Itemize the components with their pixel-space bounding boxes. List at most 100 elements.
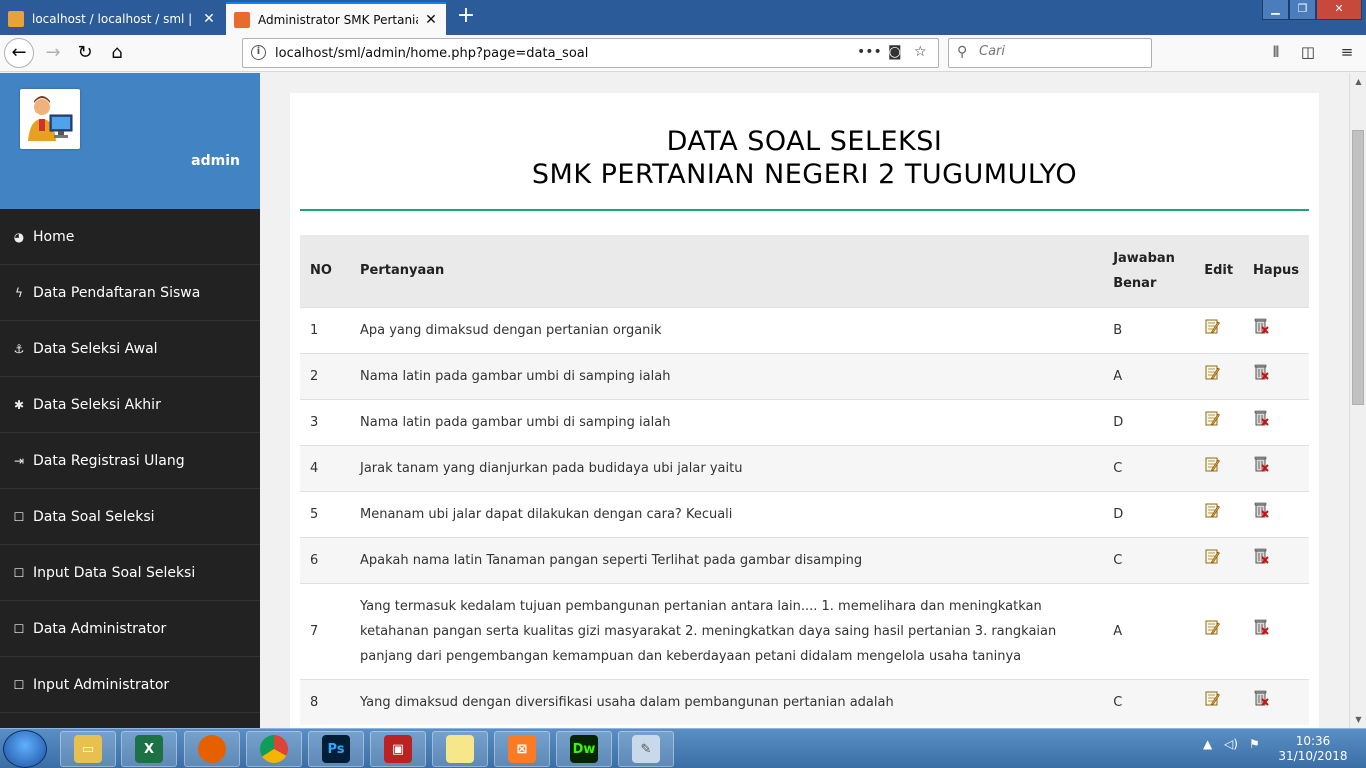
delete-icon[interactable] (1253, 363, 1269, 380)
tab-phpmyadmin[interactable]: localhost / localhost / sml | php ✕ (0, 2, 224, 35)
forward-button[interactable]: → (38, 39, 68, 67)
reload-button[interactable]: ↻ (70, 39, 100, 67)
sidebar-item-home[interactable]: ◕ Home (0, 209, 260, 265)
dreamweaver-icon: Dw (570, 735, 598, 763)
edit-icon[interactable] (1204, 456, 1221, 472)
address-bar[interactable]: i localhost/sml/admin/home.php?page=data… (242, 38, 939, 68)
header-answer-line2: Benar (1113, 275, 1157, 291)
site-info-icon[interactable]: i (251, 45, 266, 60)
delete-icon[interactable] (1253, 547, 1269, 564)
library-icon[interactable]: ⫴ (1265, 43, 1287, 61)
sidebar-menu: ◕ Home ϟ Data Pendaftaran Siswa ⚓ Data S… (0, 209, 260, 713)
sidebar-header: admin (0, 73, 260, 209)
delete-icon[interactable] (1253, 455, 1269, 472)
taskbar-dreamweaver[interactable]: Dw (556, 731, 612, 767)
delete-cell (1243, 582, 1309, 679)
back-button[interactable]: ← (4, 38, 34, 68)
xampp-icon: ⊠ (508, 735, 536, 763)
sidebar-toggle-icon[interactable]: ◫ (1297, 43, 1319, 61)
row-question: Menanam ubi jalar dapat dilakukan dengan… (350, 490, 1104, 537)
sticky-notes-icon (446, 735, 474, 763)
questions-table: NO Pertanyaan Jawaban Benar Edit Hapus 1… (300, 235, 1309, 725)
delete-icon[interactable] (1253, 317, 1269, 334)
search-bar[interactable]: ⚲ (948, 38, 1152, 68)
main-content: DATA SOAL SELEKSI SMK PERTANIAN NEGERI 2… (260, 73, 1349, 728)
edit-icon[interactable] (1204, 619, 1221, 635)
action-center-flag-icon[interactable]: ⚑ (1249, 737, 1260, 751)
browser-tab-strip: localhost / localhost / sml | php ✕ Admi… (0, 0, 1366, 35)
sidebar-item-data-seleksi-akhir[interactable]: ✱ Data Seleksi Akhir (0, 377, 260, 433)
taskbar-xampp[interactable]: ⊠ (494, 731, 550, 767)
sidebar-username: admin (191, 153, 240, 169)
show-hidden-icons-icon[interactable]: ▲ (1203, 737, 1212, 751)
home-button[interactable]: ⌂ (102, 39, 132, 67)
taskbar-photoshop[interactable]: Ps (308, 731, 364, 767)
edit-icon[interactable] (1204, 502, 1221, 518)
row-question: Yang dimaksud dengan diversifikasi usaha… (350, 678, 1104, 725)
taskbar-sticky-notes[interactable] (432, 731, 488, 767)
close-tab-icon[interactable]: ✕ (424, 12, 438, 28)
system-clock[interactable]: 10:36 31/10/2018 (1276, 734, 1350, 764)
edit-cell (1194, 582, 1244, 679)
pocket-icon[interactable]: ◙ (888, 44, 902, 60)
row-question: Yang termasuk kedalam tujuan pembangunan… (350, 582, 1104, 679)
row-question: Nama latin pada gambar umbi di samping i… (350, 352, 1104, 399)
delete-icon[interactable] (1253, 501, 1269, 518)
clock-time: 10:36 (1295, 734, 1331, 748)
edit-icon[interactable] (1204, 690, 1221, 706)
scroll-down-icon[interactable]: ▼ (1350, 711, 1366, 728)
table-header-row: NO Pertanyaan Jawaban Benar Edit Hapus (300, 235, 1309, 307)
page-title: DATA SOAL SELEKSI SMK PERTANIAN NEGERI 2… (290, 125, 1319, 191)
url-text[interactable]: localhost/sml/admin/home.php?page=data_s… (275, 46, 588, 61)
edit-icon[interactable] (1204, 548, 1221, 564)
sidebar-item-data-administrator[interactable]: ☐ Data Administrator (0, 601, 260, 657)
edit-icon[interactable] (1204, 364, 1221, 380)
search-input[interactable] (979, 44, 1139, 59)
delete-icon[interactable] (1253, 409, 1269, 426)
sidebar-item-input-data-soal-seleksi[interactable]: ☐ Input Data Soal Seleksi (0, 545, 260, 601)
sidebar-item-input-administrator[interactable]: ☐ Input Administrator (0, 657, 260, 713)
admin-avatar (20, 89, 80, 149)
header-question: Pertanyaan (360, 263, 445, 279)
row-question: Jarak tanam yang dianjurkan pada budiday… (350, 444, 1104, 491)
edit-icon[interactable] (1204, 318, 1221, 334)
minimize-button[interactable]: ▁ (1262, 0, 1289, 20)
taskbar-paint[interactable]: ✎ (618, 731, 674, 767)
taskbar-excel[interactable]: X (121, 731, 177, 767)
close-tab-icon[interactable]: ✕ (202, 11, 216, 27)
bookmark-star-icon[interactable]: ☆ (914, 44, 927, 60)
page-scrollbar[interactable]: ▲ ▼ (1349, 73, 1366, 728)
close-window-button[interactable]: ✕ (1316, 0, 1362, 20)
edit-icon[interactable] (1204, 410, 1221, 426)
header-no: NO (310, 263, 332, 279)
table-row: 2 Nama latin pada gambar umbi di samping… (300, 352, 1309, 399)
delete-cell (1243, 536, 1309, 583)
edit-cell (1194, 490, 1244, 537)
table-row: 1 Apa yang dimaksud dengan pertanian org… (300, 306, 1309, 353)
taskbar-explorer[interactable]: ▭ (60, 731, 116, 767)
start-button[interactable] (3, 730, 47, 768)
scroll-up-icon[interactable]: ▲ (1350, 73, 1366, 90)
navigation-toolbar: ← → ↻ ⌂ i localhost/sml/admin/home.php?p… (0, 35, 1366, 72)
taskbar-firefox[interactable] (184, 731, 240, 767)
delete-icon[interactable] (1253, 618, 1269, 635)
new-tab-button[interactable]: + (455, 4, 477, 30)
taskbar-chrome[interactable] (246, 731, 302, 767)
sidebar: admin ◕ Home ϟ Data Pendaftaran Siswa ⚓ … (0, 73, 260, 728)
sidebar-item-data-registrasi-ulang[interactable]: ⇥ Data Registrasi Ulang (0, 433, 260, 489)
maximize-button[interactable]: ❐ (1289, 0, 1316, 20)
volume-icon[interactable]: ◁) (1224, 737, 1238, 751)
page-actions-icon[interactable]: ••• (857, 44, 882, 60)
taskbar-winrar[interactable]: ▣ (370, 731, 426, 767)
delete-icon[interactable] (1253, 689, 1269, 706)
sidebar-item-data-pendaftaran-siswa[interactable]: ϟ Data Pendaftaran Siswa (0, 265, 260, 321)
sidebar-item-label: Data Seleksi Akhir (33, 396, 161, 413)
edit-cell (1194, 306, 1244, 353)
scrollbar-thumb[interactable] (1352, 130, 1364, 405)
menu-icon[interactable]: ≡ (1336, 43, 1358, 61)
tab-administrator[interactable]: Administrator SMK Pertanian N ✕ (226, 2, 446, 35)
sidebar-item-data-soal-seleksi[interactable]: ☐ Data Soal Seleksi (0, 489, 260, 545)
edit-cell (1194, 678, 1244, 725)
excel-icon: X (135, 735, 163, 763)
sidebar-item-data-seleksi-awal[interactable]: ⚓ Data Seleksi Awal (0, 321, 260, 377)
